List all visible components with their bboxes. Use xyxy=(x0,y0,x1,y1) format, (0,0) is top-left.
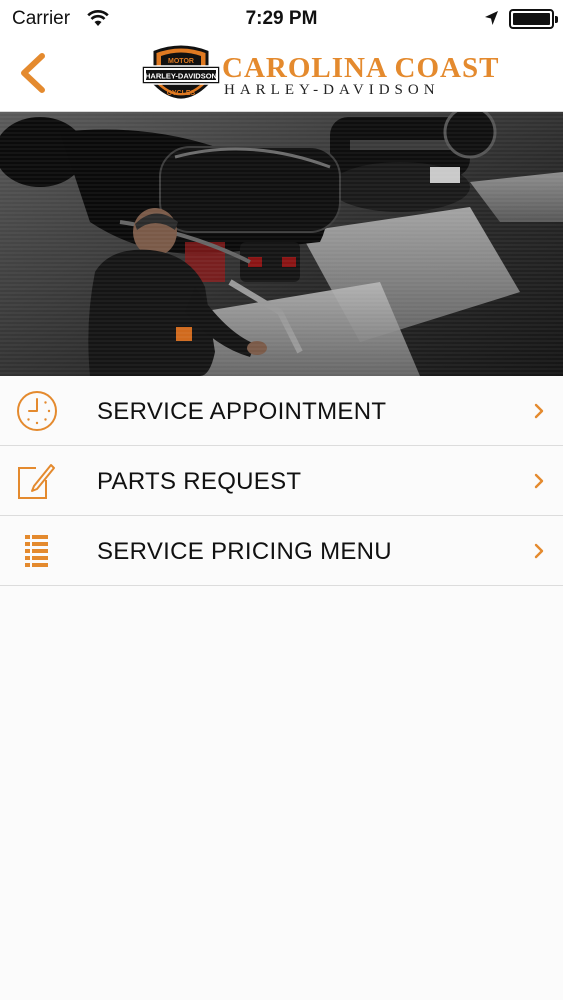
svg-text:HARLEY-DAVIDSON: HARLEY-DAVIDSON xyxy=(145,72,217,81)
menu-item-parts-request[interactable]: PARTS REQUEST xyxy=(0,446,563,516)
chevron-right-icon xyxy=(534,403,544,419)
svg-text:MOTOR: MOTOR xyxy=(168,58,194,65)
location-arrow-icon xyxy=(485,11,498,25)
list-icon xyxy=(25,535,48,567)
service-menu-list: SERVICE APPOINTMENT PARTS REQUEST SERVIC… xyxy=(0,376,563,586)
battery-icon xyxy=(509,9,558,29)
menu-item-label: SERVICE PRICING MENU xyxy=(97,538,392,565)
harley-davidson-logo-icon: HARLEY-DAVIDSON MOTOR CYCLES xyxy=(141,45,221,99)
chevron-right-icon xyxy=(534,473,544,489)
menu-item-service-appointment[interactable]: SERVICE APPOINTMENT xyxy=(0,376,563,446)
back-chevron-icon[interactable] xyxy=(14,50,54,96)
svg-text:CYCLES: CYCLES xyxy=(167,90,196,97)
clock-time: 7:29 PM xyxy=(245,8,318,29)
brand-name: CAROLINA COAST xyxy=(222,52,500,84)
app-header: HARLEY-DAVIDSON MOTOR CYCLES CAROLINA CO… xyxy=(0,36,563,112)
chevron-right-icon xyxy=(534,543,544,559)
menu-item-label: PARTS REQUEST xyxy=(97,468,302,495)
edit-icon xyxy=(18,464,55,499)
brand-subtitle: HARLEY-DAVIDSON xyxy=(224,82,440,98)
menu-item-label: SERVICE APPOINTMENT xyxy=(97,398,387,425)
menu-item-service-pricing-menu[interactable]: SERVICE PRICING MENU xyxy=(0,516,563,586)
hero-image xyxy=(0,112,563,376)
status-bar: Carrier 7:29 PM xyxy=(0,0,563,36)
clock-icon xyxy=(17,391,57,431)
